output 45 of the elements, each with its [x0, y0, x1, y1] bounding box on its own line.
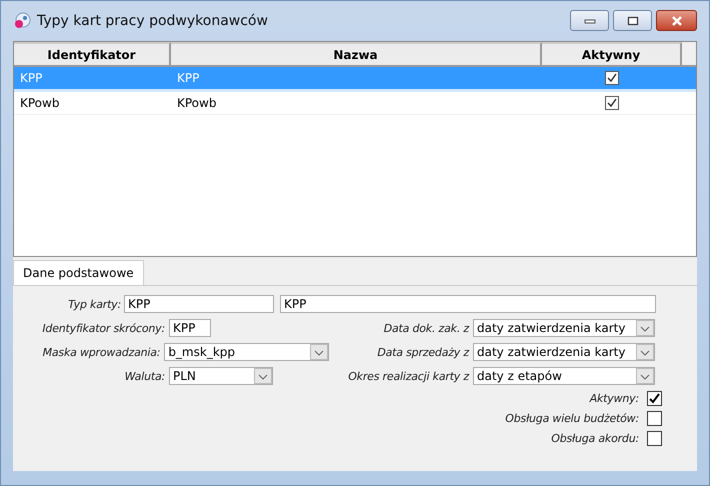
checkbox[interactable]	[605, 96, 619, 110]
checkbox[interactable]	[647, 430, 662, 446]
table-cell-text: KPowb	[176, 96, 218, 110]
close-icon	[670, 14, 684, 26]
table-cell-text: KPP	[176, 71, 200, 85]
dropdown[interactable]: daty zatwierdzenia karty	[473, 319, 655, 337]
column-header[interactable]: Nazwa	[171, 42, 542, 65]
checkbox-label: Obsługa wielu budżetów:	[505, 412, 639, 424]
maximize-icon	[626, 16, 638, 26]
chevron-down-icon	[310, 344, 328, 360]
checkbox[interactable]	[605, 71, 619, 85]
field-label: Data sprzedaży z	[376, 346, 469, 358]
column-header[interactable]: Aktywny	[542, 42, 682, 65]
field-label: Okres realizacji karty z	[347, 370, 469, 382]
table-cell-text: KPowb	[19, 96, 60, 110]
chevron-down-icon	[636, 368, 654, 384]
checkbox-label: Aktywny:	[590, 392, 639, 404]
field-label: Maska wprowadzania:	[42, 346, 160, 358]
input-field[interactable]: KPP	[280, 295, 656, 313]
input-field[interactable]: KPP	[169, 319, 211, 337]
checkbox[interactable]	[647, 410, 662, 426]
dropdown[interactable]: daty zatwierdzenia karty	[473, 343, 655, 361]
field-label: Waluta:	[124, 370, 165, 382]
field-label: Identyfikator skrócony:	[41, 322, 165, 334]
table-row[interactable]: KPowb KPowb	[14, 92, 696, 115]
dropdown[interactable]: PLN	[169, 367, 273, 385]
checkbox[interactable]	[647, 390, 662, 406]
chevron-down-icon	[636, 320, 654, 336]
dropdown[interactable]: b_msk_kpp	[164, 343, 329, 361]
close-button[interactable]	[656, 10, 697, 31]
window-title: Typy kart pracy podwykonawców	[37, 13, 268, 29]
chevron-down-icon	[636, 344, 654, 360]
maximize-button[interactable]	[613, 10, 652, 31]
tab[interactable]: Dane podstawowe	[13, 260, 144, 285]
input-field[interactable]: KPP	[124, 295, 274, 313]
column-header[interactable]: Identyfikator	[14, 42, 171, 65]
app-icon	[13, 12, 31, 30]
minimize-button[interactable]	[570, 10, 609, 31]
dropdown[interactable]: daty z etapów	[473, 367, 655, 385]
field-label: Data dok. zak. z	[382, 322, 469, 334]
table-cell-text: KPP	[19, 71, 44, 85]
chevron-down-icon	[254, 368, 272, 384]
checkbox-label: Obsługa akordu:	[551, 432, 639, 444]
minimize-icon	[584, 18, 596, 24]
field-label: Typ karty:	[67, 298, 121, 310]
